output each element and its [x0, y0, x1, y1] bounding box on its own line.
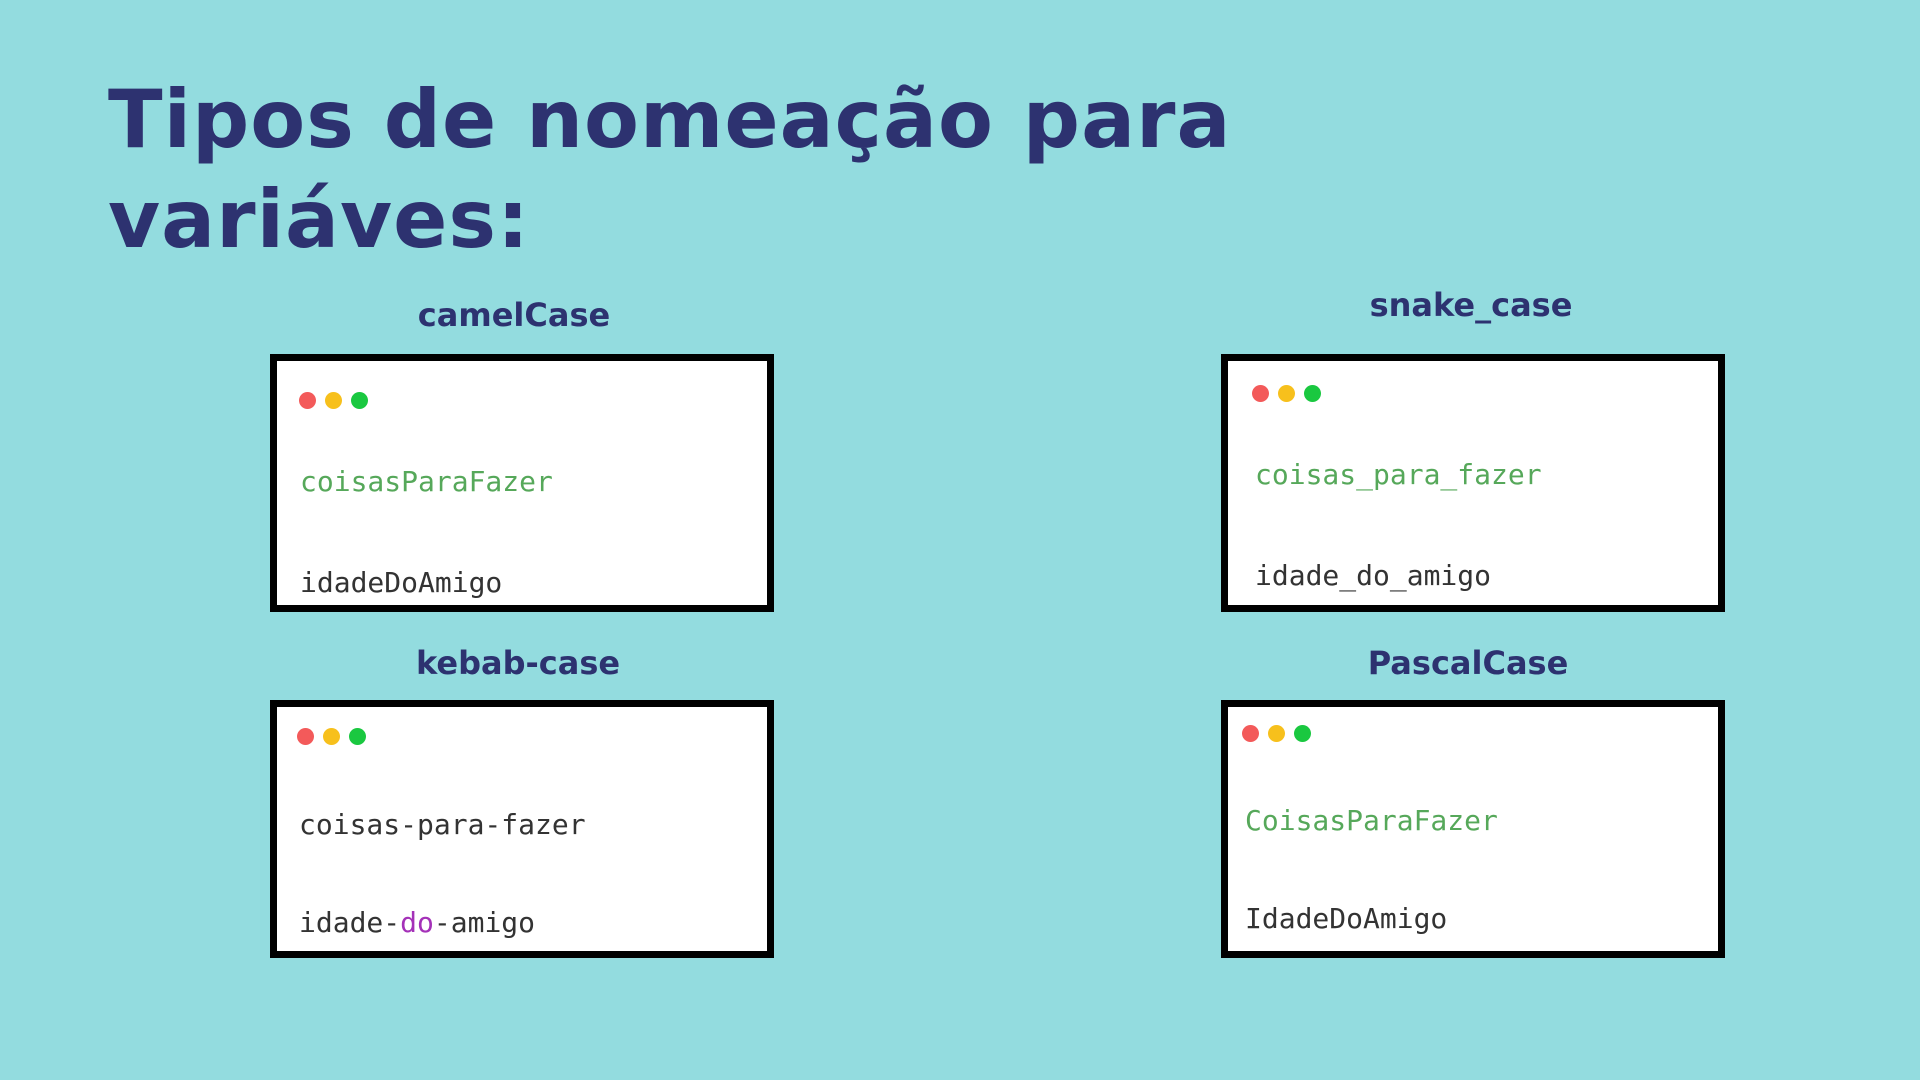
window-dots [1242, 725, 1311, 742]
window-dots [297, 728, 366, 745]
code-line-things-to-do: CoisasParaFazer [1245, 804, 1498, 837]
code-line-things-to-do: coisasParaFazer [300, 465, 553, 498]
page-title: Tipos de nomeação para variáves: [108, 73, 1232, 266]
pascalcase-label: PascalCase [1367, 644, 1569, 682]
green-dot-icon [349, 728, 366, 745]
code-line-things-to-do: coisas_para_fazer [1255, 458, 1542, 491]
red-dot-icon [1242, 725, 1259, 742]
green-dot-icon [351, 392, 368, 409]
yellow-dot-icon [323, 728, 340, 745]
code-line-suffix: -amigo [433, 906, 536, 939]
kebabcase-code-card: coisas-para-fazer idade-do-amigo [270, 700, 774, 958]
green-dot-icon [1304, 385, 1321, 402]
code-line-friend-age: idade-do-amigo [299, 906, 535, 940]
code-keyword: do [400, 906, 434, 939]
pascalcase-code-card: CoisasParaFazer IdadeDoAmigo [1221, 700, 1725, 958]
snakecase-code-card: coisas_para_fazer idade_do_amigo [1221, 354, 1725, 612]
code-line-friend-age: idadeDoAmigo [300, 566, 503, 599]
code-line-friend-age: IdadeDoAmigo [1245, 902, 1448, 935]
yellow-dot-icon [1278, 385, 1295, 402]
camelcase-code-card: coisasParaFazer idadeDoAmigo [270, 354, 774, 612]
window-dots [299, 392, 368, 409]
yellow-dot-icon [1268, 725, 1285, 742]
window-dots [1252, 385, 1321, 402]
snakecase-label: snake_case [1369, 286, 1573, 324]
code-line-friend-age: idade_do_amigo [1255, 559, 1492, 592]
red-dot-icon [297, 728, 314, 745]
green-dot-icon [1294, 725, 1311, 742]
code-line-prefix: idade- [299, 906, 401, 939]
code-line-things-to-do: coisas-para-fazer [299, 808, 586, 841]
red-dot-icon [1252, 385, 1269, 402]
kebabcase-label: kebab-case [415, 644, 621, 682]
red-dot-icon [299, 392, 316, 409]
camelcase-label: camelCase [417, 296, 611, 334]
yellow-dot-icon [325, 392, 342, 409]
